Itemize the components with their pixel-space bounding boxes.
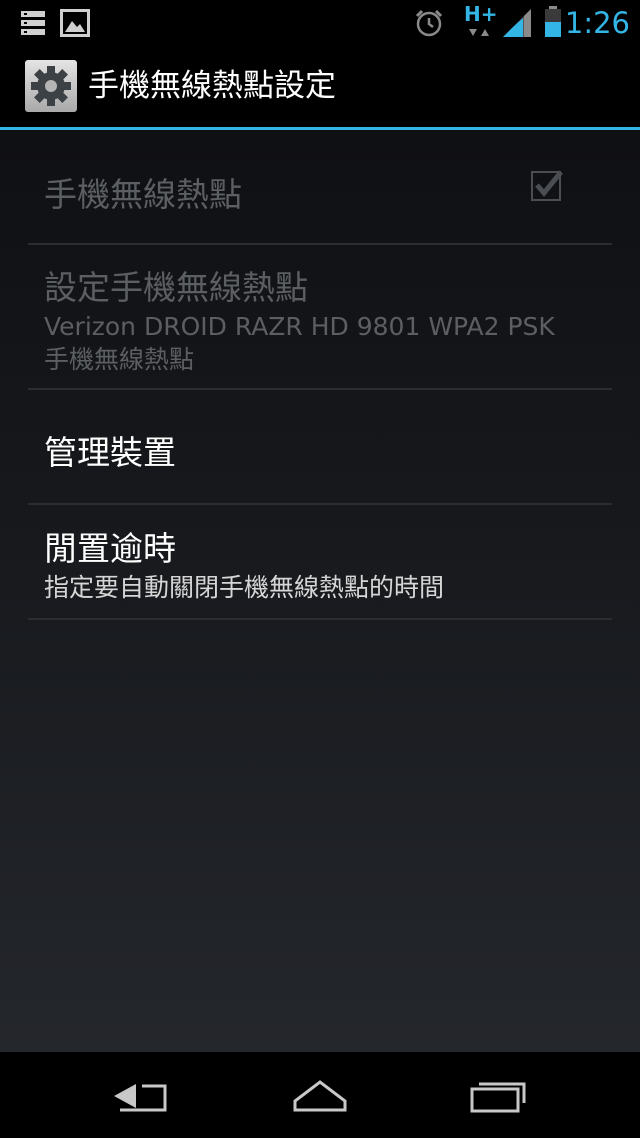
pref-portable-hotspot[interactable]: 手機無線熱點 [28, 130, 612, 245]
pref-summary-line-2: 手機無線熱點 [44, 345, 195, 374]
preference-list: 手機無線熱點 設定手機無線熱點 Verizon DROID RAZR HD 98… [0, 130, 640, 1052]
hplus-data-icon: H+ [464, 2, 498, 40]
status-bar: H+ 1:26 [0, 0, 640, 45]
pref-configure-hotspot[interactable]: 設定手機無線熱點 Verizon DROID RAZR HD 9801 WPA2… [28, 245, 612, 390]
settings-gear-icon[interactable] [24, 59, 78, 113]
pref-title: 閒置逾時 [44, 529, 176, 568]
pref-idle-timeout[interactable]: 閒置逾時 指定要自動關閉手機無線熱點的時間 [28, 505, 612, 620]
pref-title: 管理裝置 [44, 433, 176, 472]
status-clock: 1:26 [564, 6, 630, 40]
alarm-icon [415, 9, 443, 37]
back-icon[interactable] [92, 1066, 192, 1126]
pref-summary-line-1: Verizon DROID RAZR HD 9801 WPA2 PSK [44, 312, 555, 341]
pref-title: 設定手機無線熱點 [44, 268, 308, 307]
recents-icon[interactable] [448, 1066, 548, 1126]
navigation-bar [0, 1052, 640, 1138]
network-type-label: H+ [464, 2, 498, 26]
screen: H+ 1:26 手機無線熱點設定 手機無線熱點 設定手機無線熱點 Verizon… [0, 0, 640, 1138]
pref-title: 手機無線熱點 [44, 175, 242, 214]
home-icon[interactable] [270, 1066, 370, 1126]
page-title: 手機無線熱點設定 [88, 68, 336, 104]
signal-icon [503, 9, 531, 37]
gallery-notification-icon [60, 9, 90, 37]
pref-summary: Verizon DROID RAZR HD 9801 WPA2 PSK 手機無線… [44, 310, 555, 376]
pref-summary: 指定要自動關閉手機無線熱點的時間 [44, 573, 445, 602]
hotspot-checkbox[interactable] [530, 166, 566, 202]
pref-manage-devices[interactable]: 管理裝置 [28, 390, 612, 505]
action-bar: 手機無線熱點設定 [0, 45, 640, 127]
storage-notification-icon [21, 11, 45, 35]
battery-icon [545, 6, 561, 37]
